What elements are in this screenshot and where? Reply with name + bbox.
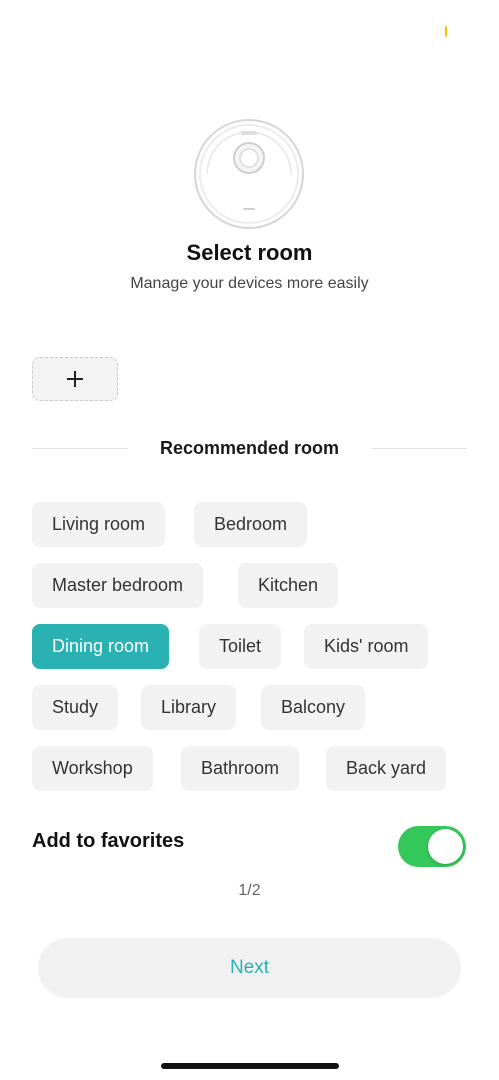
page-title: Select room — [186, 240, 313, 265]
robot-vacuum-icon — [193, 118, 305, 230]
divider-line-left — [32, 447, 128, 449]
room-chip-toilet[interactable]: Toilet — [199, 624, 282, 669]
home-indicator[interactable] — [161, 1063, 339, 1069]
status-indicator — [445, 26, 447, 37]
recommended-divider: Recommended room — [32, 436, 468, 460]
room-chip-dining-room[interactable]: Dining room — [32, 624, 170, 669]
room-chip-master-bedroom[interactable]: Master bedroom — [32, 563, 204, 608]
page-indicator: 1/2 — [238, 882, 261, 899]
room-chip-library[interactable]: Library — [141, 685, 237, 730]
room-chip-back-yard[interactable]: Back yard — [326, 746, 447, 791]
room-chip-workshop[interactable]: Workshop — [32, 746, 153, 791]
divider-line-right — [371, 447, 468, 449]
room-chip-bathroom[interactable]: Bathroom — [181, 746, 300, 791]
room-chip-living-room[interactable]: Living room — [32, 502, 166, 547]
favorites-toggle[interactable] — [398, 826, 466, 867]
page-subtitle: Manage your devices more easily — [130, 275, 369, 292]
room-chip-bedroom[interactable]: Bedroom — [194, 502, 308, 547]
add-room-button[interactable] — [32, 357, 118, 401]
toggle-knob — [428, 829, 463, 864]
add-to-favorites-label: Add to favorites — [32, 830, 185, 852]
room-chip-balcony[interactable]: Balcony — [261, 685, 366, 730]
recommended-room-heading: Recommended room — [159, 437, 340, 458]
next-button[interactable]: Next — [38, 938, 461, 998]
room-chip-study[interactable]: Study — [32, 685, 119, 730]
room-chip-kids-room[interactable]: Kids' room — [304, 624, 429, 669]
room-chip-kitchen[interactable]: Kitchen — [238, 563, 339, 608]
plus-icon — [67, 371, 83, 387]
